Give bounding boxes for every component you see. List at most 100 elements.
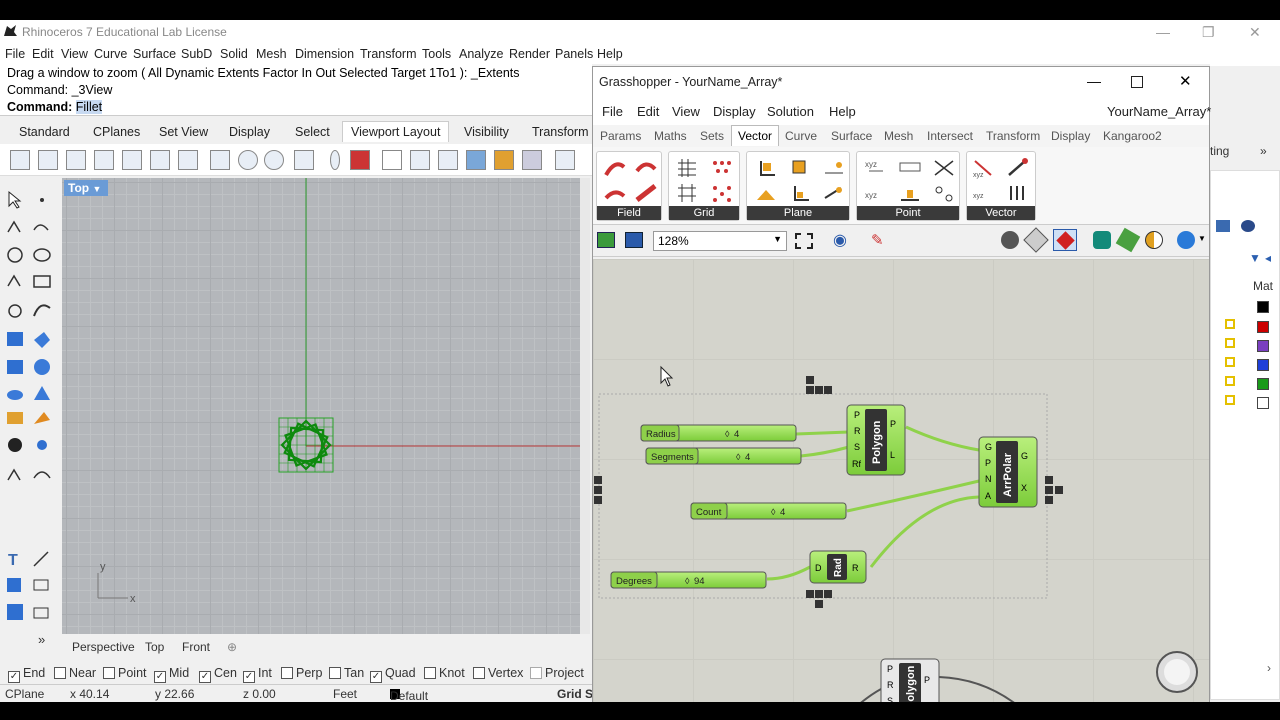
panel-tab-partial[interactable]: ting bbox=[1210, 144, 1229, 158]
osnap-vertex[interactable]: Vertex bbox=[473, 666, 523, 680]
restore-icon[interactable]: ❐ bbox=[1202, 24, 1215, 41]
checkbox-checked-icon[interactable]: ✓ bbox=[243, 671, 255, 683]
close-icon[interactable]: ✕ bbox=[1249, 24, 1261, 41]
gh-tab-sets[interactable]: Sets bbox=[700, 129, 724, 143]
zoom-extents-icon[interactable] bbox=[795, 233, 813, 249]
point-icon[interactable] bbox=[40, 198, 44, 202]
rectangular-grid-icon[interactable] bbox=[674, 182, 700, 204]
radius-slider[interactable]: Radius ◊ 4 bbox=[640, 424, 797, 442]
settings-icon[interactable] bbox=[522, 150, 542, 170]
text-tool-icon[interactable]: T bbox=[8, 552, 18, 569]
vector-2pt-icon[interactable] bbox=[1005, 157, 1031, 179]
menu-edit[interactable]: Edit bbox=[32, 47, 54, 61]
grasshopper-canvas[interactable]: Radius ◊ 4 Segments ◊ 4 Count ◊ 4 Degree… bbox=[593, 259, 1209, 702]
status-grid-snap[interactable]: Grid S bbox=[557, 687, 593, 701]
input-param-label[interactable]: P bbox=[854, 410, 860, 420]
render-mesh-icon[interactable] bbox=[7, 604, 23, 620]
tab-viewport-layout[interactable]: Viewport Layout bbox=[342, 121, 450, 142]
yz-plane-icon[interactable] bbox=[753, 182, 779, 204]
polygon-icon[interactable] bbox=[8, 304, 22, 318]
construct-point-icon[interactable]: xyz bbox=[863, 157, 889, 179]
hex-grid-icon[interactable] bbox=[709, 157, 735, 179]
lock-icon[interactable] bbox=[1225, 338, 1235, 348]
menu-tools[interactable]: Tools bbox=[422, 47, 451, 61]
gh-menu-help[interactable]: Help bbox=[829, 104, 856, 119]
panel-icon[interactable] bbox=[1216, 220, 1230, 232]
gh-tab-display[interactable]: Display bbox=[1051, 129, 1090, 143]
move-icon[interactable] bbox=[7, 468, 21, 481]
polyline-icon[interactable] bbox=[7, 220, 21, 233]
degrees-slider[interactable]: Degrees ◊ 94 bbox=[610, 571, 767, 589]
closest-point-icon[interactable] bbox=[931, 157, 957, 179]
checkbox-icon[interactable] bbox=[329, 667, 341, 679]
menu-analyze[interactable]: Analyze bbox=[459, 47, 503, 61]
folder-icon[interactable] bbox=[494, 150, 514, 170]
tab-standard[interactable]: Standard bbox=[19, 125, 70, 139]
lock-icon[interactable] bbox=[1225, 395, 1235, 405]
cylinder-icon[interactable] bbox=[7, 390, 23, 400]
rad-component[interactable]: Rad D R bbox=[809, 550, 867, 584]
output-param-label[interactable]: L bbox=[890, 450, 895, 460]
plane-origin-icon[interactable] bbox=[787, 157, 813, 179]
menu-solid[interactable]: Solid bbox=[220, 47, 248, 61]
four-viewports-icon[interactable] bbox=[10, 150, 30, 170]
count-grip-icon[interactable]: ◊ bbox=[771, 507, 776, 517]
tab-set-view[interactable]: Set View bbox=[159, 125, 208, 139]
radial-grid-icon[interactable] bbox=[709, 182, 735, 204]
layer-color-blue[interactable] bbox=[1257, 359, 1269, 371]
checkbox-icon[interactable] bbox=[530, 667, 542, 679]
menu-render[interactable]: Render bbox=[509, 47, 550, 61]
menu-panels[interactable]: Panels bbox=[555, 47, 593, 61]
pull-point-icon[interactable] bbox=[931, 182, 957, 204]
viewport-tab-front[interactable]: Front bbox=[182, 640, 210, 654]
print-icon[interactable] bbox=[555, 150, 575, 170]
tab-visibility[interactable]: Visibility bbox=[464, 125, 509, 139]
osnap-end[interactable]: ✓ End bbox=[8, 666, 45, 683]
osnap-perp[interactable]: Perp bbox=[281, 666, 322, 680]
deconstruct-point-icon[interactable]: xyz bbox=[863, 182, 889, 204]
boolean-icon[interactable] bbox=[7, 412, 23, 424]
osnap-quad[interactable]: ✓ Quad bbox=[370, 666, 416, 683]
top-viewport[interactable]: y x bbox=[62, 178, 580, 634]
save-file-icon[interactable] bbox=[625, 232, 643, 248]
square-grid-icon[interactable] bbox=[674, 157, 700, 179]
arc-icon[interactable] bbox=[7, 274, 21, 287]
checkbox-icon[interactable] bbox=[103, 667, 115, 679]
gh-menu-edit[interactable]: Edit bbox=[637, 104, 659, 119]
rotate-icon[interactable] bbox=[33, 471, 51, 479]
menu-help[interactable]: Help bbox=[597, 47, 623, 61]
preview-eye-icon[interactable]: ◉ bbox=[833, 230, 847, 250]
grid-icon[interactable] bbox=[210, 150, 230, 170]
material-icon[interactable] bbox=[1241, 220, 1255, 232]
xy-plane-icon[interactable] bbox=[753, 157, 779, 179]
tab-transform[interactable]: Transform bbox=[532, 125, 589, 139]
checkbox-icon[interactable] bbox=[54, 667, 66, 679]
input-param-label[interactable]: P bbox=[985, 458, 991, 468]
output-param-label[interactable]: R bbox=[852, 563, 859, 573]
input-param-label[interactable]: R bbox=[854, 426, 861, 436]
split-vertical-icon[interactable] bbox=[150, 150, 170, 170]
minimize-icon[interactable]: — bbox=[1156, 24, 1170, 40]
layer-color-white[interactable] bbox=[1257, 397, 1269, 409]
shading-icon[interactable] bbox=[1145, 231, 1163, 249]
viewport-divider[interactable] bbox=[580, 178, 590, 634]
input-param-label[interactable]: G bbox=[985, 442, 992, 452]
group-icon[interactable] bbox=[37, 440, 47, 450]
gh-tab-curve[interactable]: Curve bbox=[785, 129, 817, 143]
gh-tab-params[interactable]: Params bbox=[600, 129, 641, 143]
deconstruct-vector-icon[interactable]: xyz bbox=[971, 182, 997, 204]
more-tools-icon[interactable]: » bbox=[38, 632, 45, 647]
gh-tab-vector[interactable]: Vector bbox=[731, 125, 780, 146]
viewport-title[interactable]: Top ▼ bbox=[64, 180, 108, 196]
zoom-extents-icon[interactable] bbox=[438, 150, 458, 170]
gh-tab-intersect[interactable]: Intersect bbox=[927, 129, 973, 143]
gh-document-name[interactable]: YourName_Array* bbox=[1107, 104, 1211, 119]
polygon-component[interactable]: Polygon P R S Rf P L bbox=[846, 404, 906, 476]
checkbox-icon[interactable] bbox=[424, 667, 436, 679]
gh-tab-kangaroo2[interactable]: Kangaroo2 bbox=[1103, 129, 1162, 143]
minimize-icon[interactable]: — bbox=[1087, 73, 1101, 89]
checkbox-icon[interactable] bbox=[281, 667, 293, 679]
input-param-label[interactable]: Rf bbox=[852, 459, 861, 469]
gh-tab-maths[interactable]: Maths bbox=[654, 129, 687, 143]
maximize-viewport-icon[interactable] bbox=[66, 150, 86, 170]
